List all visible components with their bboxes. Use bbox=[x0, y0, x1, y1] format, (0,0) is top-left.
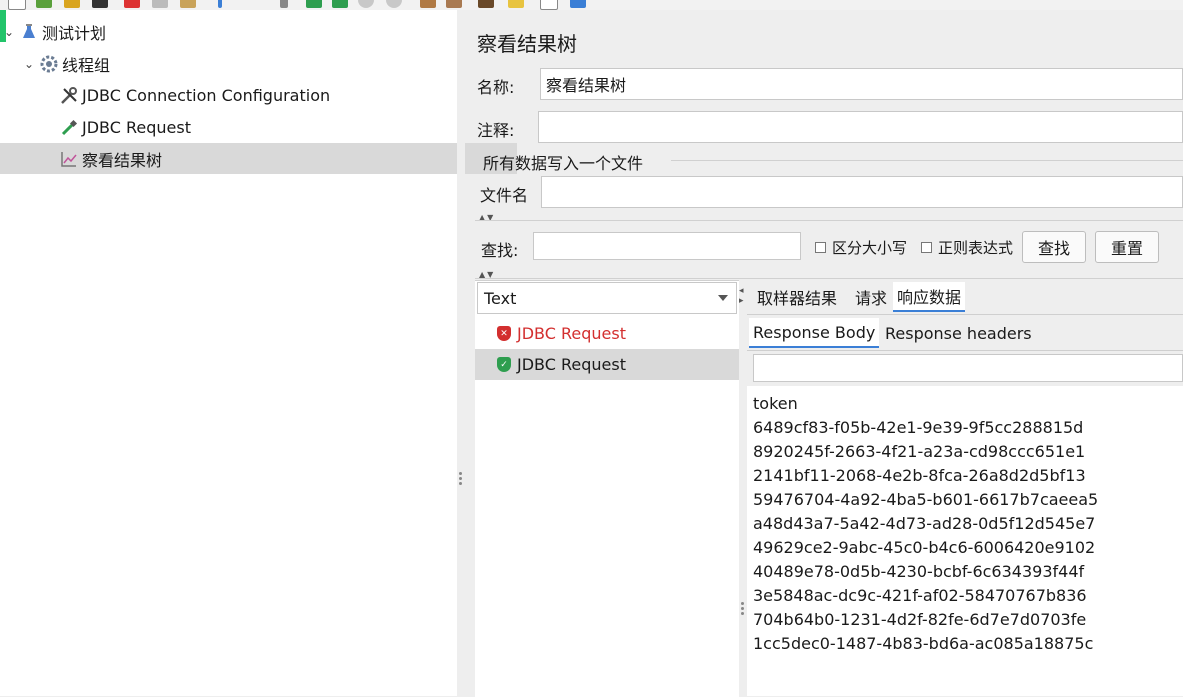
tree-item-view-results-tree[interactable]: 察看结果树 bbox=[0, 143, 517, 174]
comment-label: 注释: bbox=[477, 121, 515, 140]
grip-dot bbox=[741, 607, 744, 610]
response-search-input[interactable] bbox=[753, 354, 1183, 382]
search-binoculars-icon[interactable] bbox=[478, 0, 494, 8]
tree-item-jdbc-request[interactable]: JDBC Request bbox=[0, 112, 517, 143]
name-field[interactable]: 察看结果树 bbox=[540, 68, 1183, 100]
open-icon[interactable] bbox=[64, 0, 80, 8]
reset-search-icon[interactable] bbox=[508, 0, 524, 8]
clear-icon[interactable] bbox=[420, 0, 436, 8]
function-helper-icon[interactable] bbox=[540, 0, 558, 10]
checkbox-box[interactable] bbox=[815, 242, 826, 253]
chevron-down-icon[interactable]: ⌄ bbox=[2, 25, 16, 39]
response-body-area[interactable]: token 6489cf83-f05b-42e1-9e39-9f5cc28881… bbox=[747, 386, 1183, 696]
divider bbox=[475, 220, 1183, 221]
checkbox-label: 区分大小写 bbox=[832, 239, 908, 257]
new-icon[interactable] bbox=[8, 0, 26, 10]
templates-icon[interactable] bbox=[36, 0, 52, 8]
start-no-pause-icon[interactable] bbox=[332, 0, 348, 8]
toggle-icon[interactable] bbox=[280, 0, 288, 8]
result-item-success[interactable]: ✓ JDBC Request bbox=[475, 349, 739, 380]
page-title: 察看结果树 bbox=[477, 32, 577, 56]
comment-field[interactable] bbox=[538, 111, 1183, 143]
toolbar bbox=[0, 0, 1183, 10]
tab-divider bbox=[747, 350, 1183, 351]
checkbox-box[interactable] bbox=[921, 242, 932, 253]
results-splitter[interactable]: ◂ ▸ bbox=[739, 280, 747, 696]
shutdown-icon[interactable] bbox=[386, 0, 402, 8]
grip-dot bbox=[459, 477, 462, 480]
main-splitter[interactable] bbox=[457, 10, 465, 696]
case-sensitive-checkbox[interactable]: 区分大小写 bbox=[815, 237, 907, 258]
copy-icon[interactable] bbox=[152, 0, 168, 8]
file-section-title: 所有数据写入一个文件 bbox=[483, 154, 644, 173]
find-button[interactable]: 查找 bbox=[1022, 231, 1086, 263]
tree-item-label: JDBC Request bbox=[82, 118, 191, 137]
paste-icon[interactable] bbox=[180, 0, 196, 8]
test-plan-tree: ⌄ 测试计划 ⌄ 线程组 JDBC Connection Configurati… bbox=[0, 10, 517, 696]
filename-label: 文件名 bbox=[480, 186, 529, 205]
result-detail: 取样器结果 请求 响应数据 Response Body Response hea… bbox=[747, 280, 1183, 696]
pipette-icon bbox=[60, 119, 78, 137]
gear-icon bbox=[40, 55, 58, 73]
grip-dot bbox=[459, 472, 462, 475]
expand-arrow-icon[interactable]: ◂ ▸ bbox=[739, 286, 744, 306]
tab-divider bbox=[747, 314, 1183, 315]
checkbox-label: 正则表达式 bbox=[938, 239, 1014, 257]
expand-icon[interactable] bbox=[218, 0, 222, 8]
response-body-text: token 6489cf83-f05b-42e1-9e39-9f5cc28881… bbox=[753, 394, 1099, 653]
search-label: 查找: bbox=[481, 241, 519, 260]
search-input[interactable] bbox=[533, 232, 801, 260]
chevron-down-icon[interactable] bbox=[718, 295, 728, 301]
tree-item-test-plan[interactable]: ⌄ 测试计划 bbox=[0, 16, 459, 47]
error-shield-icon: ✕ bbox=[497, 326, 511, 341]
section-divider bbox=[671, 160, 1183, 161]
tree-item-label: 察看结果树 bbox=[82, 150, 163, 170]
tab-request[interactable]: 请求 bbox=[851, 282, 891, 312]
cut-icon[interactable] bbox=[124, 0, 140, 8]
stop-icon[interactable] bbox=[358, 0, 374, 8]
regex-checkbox[interactable]: 正则表达式 bbox=[921, 237, 1013, 258]
flask-icon bbox=[20, 23, 38, 41]
renderer-select[interactable]: Text bbox=[477, 282, 737, 314]
save-icon[interactable] bbox=[92, 0, 108, 8]
tab-sampler-result[interactable]: 取样器结果 bbox=[753, 282, 841, 312]
renderer-selected-value: Text bbox=[484, 288, 517, 308]
grip-dot bbox=[741, 602, 744, 605]
success-shield-icon: ✓ bbox=[497, 357, 511, 372]
help-icon[interactable] bbox=[570, 0, 586, 8]
tab-response-data[interactable]: 响应数据 bbox=[893, 282, 966, 312]
grip-dot bbox=[459, 482, 462, 485]
tab-response-body[interactable]: Response Body bbox=[749, 318, 880, 348]
result-label: JDBC Request bbox=[517, 355, 626, 374]
tree-item-label: 测试计划 bbox=[42, 23, 107, 43]
start-icon[interactable] bbox=[306, 0, 322, 8]
grip-dot bbox=[741, 612, 744, 615]
clear-all-icon[interactable] bbox=[446, 0, 462, 8]
result-label: JDBC Request bbox=[517, 324, 626, 343]
tree-item-jdbc-connection[interactable]: JDBC Connection Configuration bbox=[0, 80, 517, 111]
filename-field[interactable] bbox=[541, 176, 1183, 208]
divider bbox=[475, 278, 1183, 279]
tab-response-headers[interactable]: Response headers bbox=[881, 318, 1036, 348]
tree-item-label: JDBC Connection Configuration bbox=[82, 86, 331, 105]
name-label: 名称: bbox=[477, 78, 515, 97]
tree-item-thread-group[interactable]: ⌄ 线程组 bbox=[0, 48, 479, 79]
chevron-down-icon[interactable]: ⌄ bbox=[22, 57, 36, 71]
chart-icon bbox=[60, 150, 78, 168]
view-results-tree-panel: 察看结果树 名称: 察看结果树 注释: 所有数据写入一个文件 文件名 ▲▼ 查找… bbox=[465, 10, 1183, 697]
tree-item-label: 线程组 bbox=[62, 55, 111, 75]
reset-button[interactable]: 重置 bbox=[1095, 231, 1159, 263]
result-item-error[interactable]: ✕ JDBC Request bbox=[475, 318, 739, 349]
wrench-icon bbox=[60, 86, 78, 105]
